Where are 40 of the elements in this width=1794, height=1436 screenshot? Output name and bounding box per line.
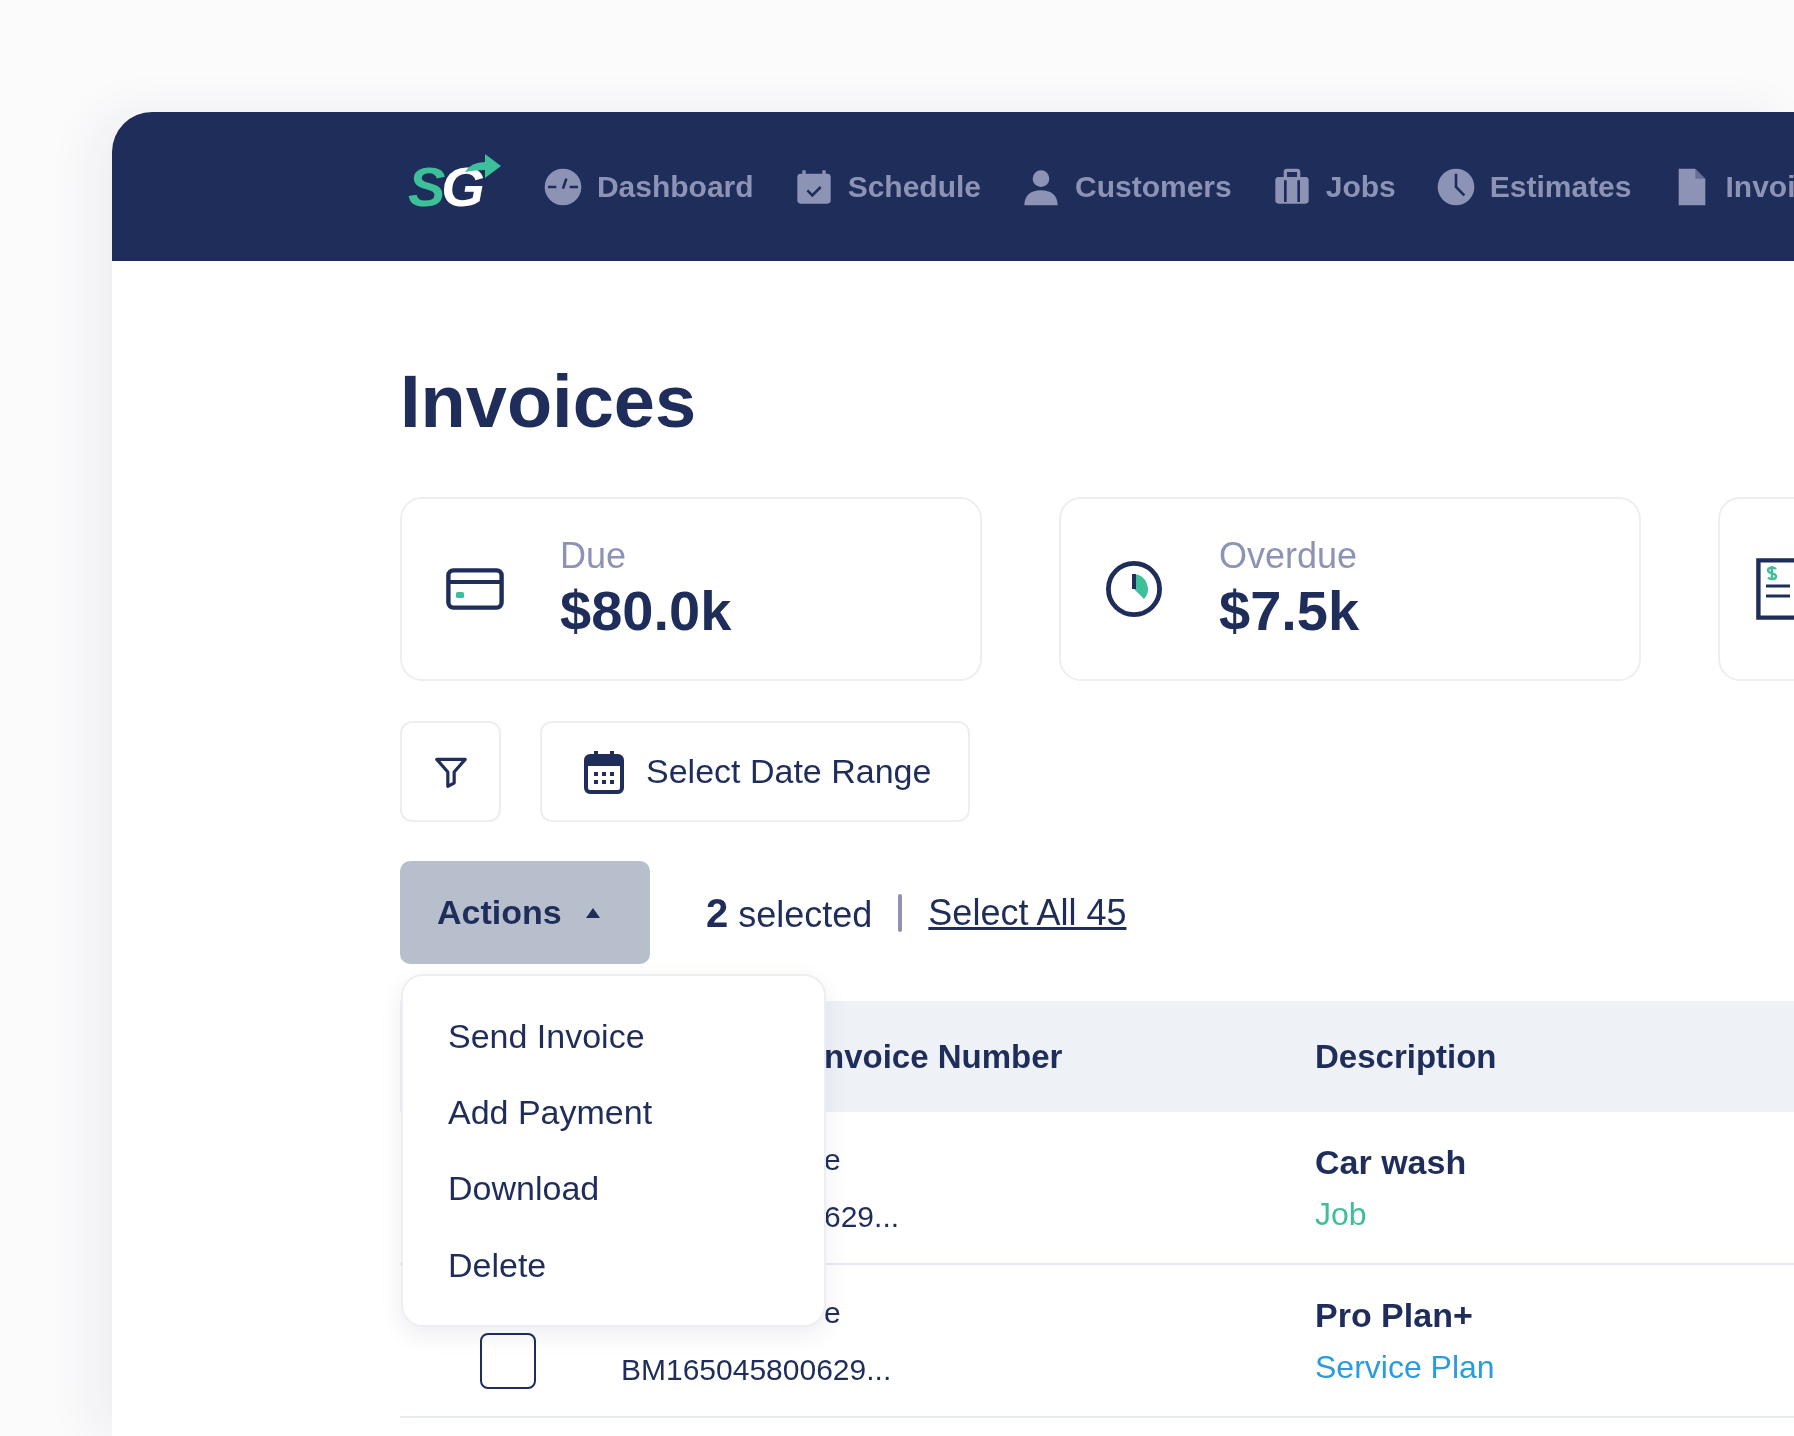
invoice-number-text: e: [824, 1142, 841, 1176]
date-range-button[interactable]: Select Date Range: [540, 721, 970, 822]
description-text: Pro Plan+: [1315, 1295, 1473, 1334]
logo-letter: S: [408, 158, 442, 215]
menu-item[interactable]: Delete: [403, 1226, 824, 1303]
nav-link[interactable]: Dashboard: [542, 164, 754, 209]
description-text: Car wash: [1315, 1142, 1467, 1181]
stat-label: Overdue: [1219, 533, 1359, 577]
nav-link[interactable]: Estimates: [1435, 164, 1632, 209]
checkbox[interactable]: [480, 1332, 536, 1389]
logo-letter: G: [441, 158, 481, 215]
page-title: Invoices: [400, 365, 698, 439]
invoice-icon: [1756, 558, 1794, 620]
logo[interactable]: SG: [408, 158, 503, 215]
invoice-number-text: BM165045800629...: [621, 1352, 892, 1386]
select-all-link[interactable]: Select All 45: [928, 885, 1127, 940]
type-text: Service Plan: [1315, 1349, 1495, 1386]
stat-label: Due: [560, 533, 628, 577]
menu-item[interactable]: Add Payment: [403, 1074, 824, 1151]
caret-icon: [585, 907, 600, 918]
credit-card-icon: [446, 568, 504, 610]
selection-count: 2 selected: [706, 889, 873, 937]
actions-button[interactable]: Actions: [400, 861, 650, 964]
filter-button[interactable]: [400, 721, 501, 822]
column-header: Description: [1315, 1037, 1497, 1075]
stat-value: $80.0k: [560, 578, 732, 644]
invoice-number-text: e: [824, 1295, 841, 1329]
stat-value: $7.5k: [1219, 578, 1360, 644]
column-header: nvoice Number: [824, 1037, 1063, 1075]
type-text: Job: [1315, 1196, 1367, 1233]
nav-link[interactable]: Jobs: [1271, 164, 1396, 209]
invoice-number-text: 629...: [824, 1199, 900, 1233]
calendar-icon: [584, 749, 624, 794]
clock-icon: [1105, 560, 1163, 618]
nav-link[interactable]: Schedule: [793, 164, 981, 209]
nav-link[interactable]: Customers: [1021, 164, 1232, 209]
menu-item[interactable]: Send Invoice: [403, 998, 824, 1075]
nav-link[interactable]: Invoi: [1671, 164, 1794, 209]
dashboard-icon: [542, 166, 583, 207]
menu-item[interactable]: Download: [403, 1150, 824, 1227]
